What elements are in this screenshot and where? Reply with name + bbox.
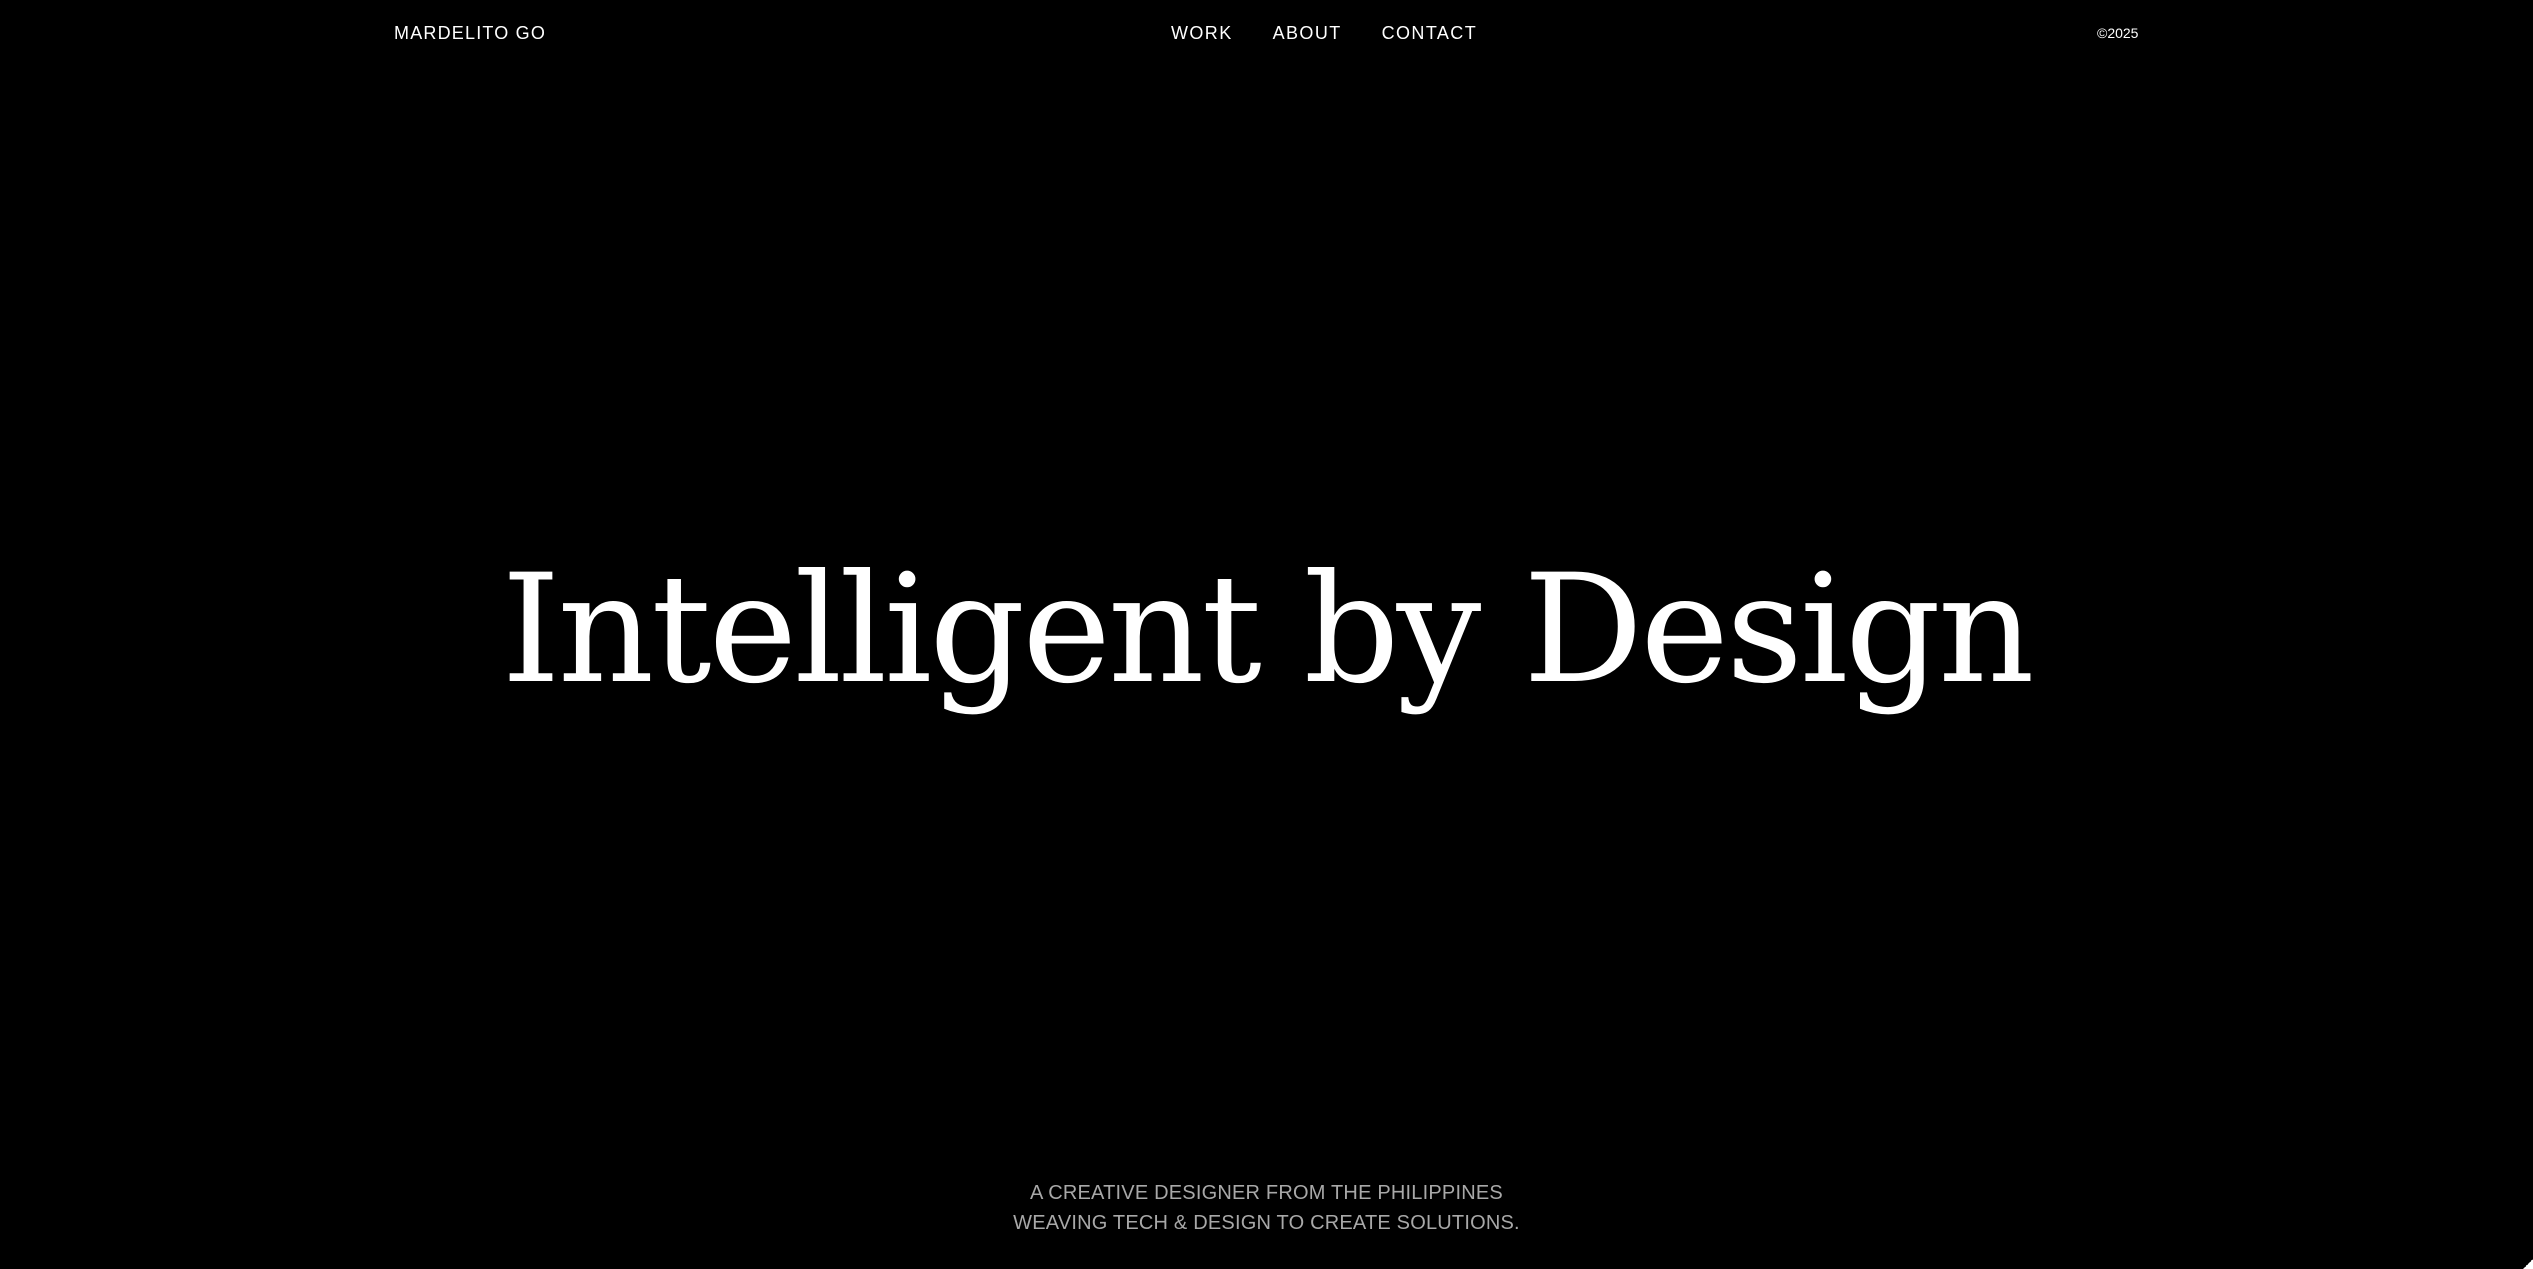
brand-logo-link[interactable]: MARDELITO GO xyxy=(394,22,546,44)
tagline-line-2: WEAVING TECH & DESIGN TO CREATE SOLUTION… xyxy=(1013,1212,1520,1234)
corner-resize-icon xyxy=(2523,1259,2533,1269)
copyright-text: ©2025 xyxy=(2097,25,2139,41)
tagline-line-1: A CREATIVE DESIGNER FROM THE PHILIPPINES xyxy=(1030,1182,1503,1204)
top-navigation-bar: MARDELITO GO WORK ABOUT CONTACT ©2025 xyxy=(0,0,2533,66)
nav-item-contact[interactable]: CONTACT xyxy=(1382,22,1477,44)
nav-item-about[interactable]: ABOUT xyxy=(1273,22,1342,44)
nav-item-work[interactable]: WORK xyxy=(1171,22,1233,44)
hero-tagline: A CREATIVE DESIGNER FROM THE PHILIPPINES… xyxy=(0,1178,2533,1238)
main-nav: WORK ABOUT CONTACT xyxy=(1171,22,1477,44)
hero-title: Intelligent by Design xyxy=(501,543,2034,717)
